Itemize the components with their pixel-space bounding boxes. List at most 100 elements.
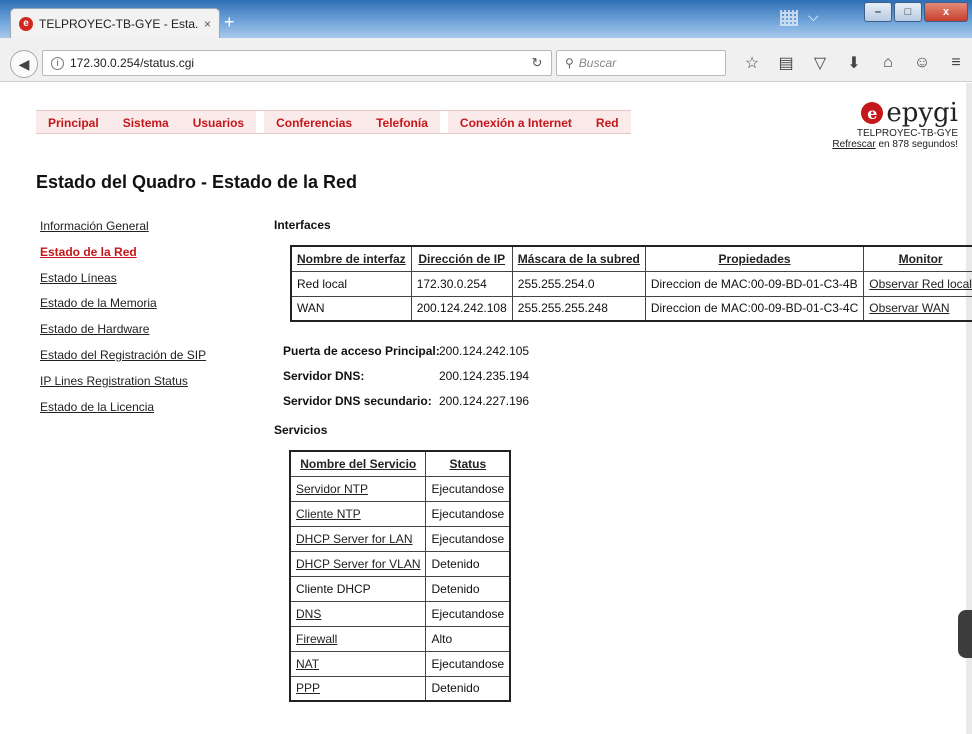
logo-text: epygi bbox=[886, 98, 958, 128]
new-tab-button[interactable]: + bbox=[224, 12, 235, 33]
service-link[interactable]: DNS bbox=[296, 607, 321, 621]
chat-icon[interactable]: ☺ bbox=[912, 52, 932, 74]
search-input[interactable]: ⚲ Buscar bbox=[556, 50, 726, 76]
browser-tab[interactable]: e TELPROYEC-TB-GYE - Esta... × bbox=[10, 8, 220, 38]
pocket-icon[interactable]: ▽ bbox=[810, 52, 830, 74]
sidebar-item[interactable]: Estado de la Red bbox=[40, 242, 260, 268]
menu-item-conexion-internet[interactable]: Conexión a Internet bbox=[448, 111, 584, 133]
table-row: DHCP Server for LAN Ejecutandose bbox=[289, 525, 511, 552]
sidebar-item[interactable]: Información General bbox=[40, 216, 260, 242]
monitor-link[interactable]: Observar Red local bbox=[869, 277, 972, 291]
bookmarks-list-icon[interactable]: ▤ bbox=[776, 52, 796, 74]
menu-item-telefonia[interactable]: Telefonía bbox=[364, 111, 440, 133]
column-header[interactable]: Nombre del Servicio bbox=[289, 450, 427, 477]
service-link[interactable]: DHCP Server for VLAN bbox=[296, 557, 420, 571]
chevron-down-icon[interactable]: ⌵ bbox=[808, 8, 819, 25]
table-cell: Direccion de MAC:00-09-BD-01-C3-4C bbox=[644, 295, 865, 322]
menu-item-sistema[interactable]: Sistema bbox=[111, 111, 181, 133]
page-title: Estado del Quadro - Estado de la Red bbox=[36, 172, 358, 192]
dns-secondary-value: 200.124.227.196 bbox=[439, 394, 530, 408]
tab-close-icon[interactable]: × bbox=[204, 17, 211, 31]
service-name-cell: Servidor NTP bbox=[289, 475, 427, 502]
service-status-cell: Ejecutandose bbox=[425, 475, 511, 502]
dns-secondary-label: Servidor DNS secundario: bbox=[283, 394, 432, 408]
search-placeholder: Buscar bbox=[578, 56, 617, 70]
sidebar-item[interactable]: Estado de Hardware bbox=[40, 319, 260, 345]
service-status-cell: Ejecutandose bbox=[425, 600, 511, 627]
service-status-cell: Detenido bbox=[425, 550, 511, 577]
table-row: NAT Ejecutandose bbox=[289, 650, 511, 677]
sidebar-item[interactable]: Estado de la Memoria bbox=[40, 293, 260, 319]
service-name-cell: NAT bbox=[289, 650, 427, 677]
sidebar-item[interactable]: Estado de la Licencia bbox=[40, 397, 260, 423]
column-header[interactable]: Máscara de la subred bbox=[511, 245, 646, 272]
refresh-notice: Refrescar en 878 segundos! bbox=[818, 139, 958, 150]
table-row: DNS Ejecutandose bbox=[289, 600, 511, 627]
table-row: Servidor NTP Ejecutandose bbox=[289, 475, 511, 502]
dns-primary-label: Servidor DNS: bbox=[283, 369, 365, 383]
bookmark-star-icon[interactable]: ☆ bbox=[742, 52, 762, 74]
interfaces-table: Nombre de interfaz Dirección de IP Máscara… bbox=[290, 245, 972, 322]
url-text[interactable]: 172.30.0.254/status.cgi bbox=[70, 56, 517, 70]
gateway-primary-label: Puerta de acceso Principal: bbox=[283, 344, 440, 358]
sidebar-item[interactable]: IP Lines Registration Status bbox=[40, 371, 260, 397]
table-header-row: Nombre de interfaz Dirección de IP Máscara… bbox=[290, 245, 972, 272]
home-icon[interactable]: ⌂ bbox=[878, 52, 898, 74]
service-status-cell: Detenido bbox=[425, 675, 511, 702]
maximize-button[interactable]: □ bbox=[894, 2, 922, 22]
service-name-cell: DNS bbox=[289, 600, 427, 627]
table-cell: 255.255.254.0 bbox=[511, 270, 646, 297]
service-link[interactable]: PPP bbox=[296, 681, 320, 695]
menu-icon[interactable]: ≡ bbox=[946, 52, 966, 74]
sidebar-nav: Información General Estado de la Red Estad… bbox=[40, 216, 260, 422]
service-link[interactable]: Firewall bbox=[296, 632, 337, 646]
sidebar-item[interactable]: Estado Líneas bbox=[40, 268, 260, 294]
table-row: WAN 200.124.242.108 255.255.255.248 Direcci… bbox=[290, 295, 972, 322]
refresh-link[interactable]: Refrescar bbox=[832, 139, 875, 150]
table-row: Firewall Alto bbox=[289, 625, 511, 652]
address-bar[interactable]: i 172.30.0.254/status.cgi ↻ bbox=[42, 50, 552, 76]
column-header[interactable]: Monitor bbox=[863, 245, 972, 272]
interfaces-label: Interfaces bbox=[274, 218, 331, 232]
service-link[interactable]: DHCP Server for LAN bbox=[296, 532, 412, 546]
table-header-row: Nombre del Servicio Status bbox=[289, 450, 511, 477]
column-header[interactable]: Dirección de IP bbox=[410, 245, 513, 272]
gateway-primary-value: 200.124.242.105 bbox=[439, 344, 530, 358]
reload-icon[interactable]: ↻ bbox=[523, 55, 551, 71]
menu-item-principal[interactable]: Principal bbox=[36, 111, 111, 133]
back-arrow-icon: ◀ bbox=[18, 55, 30, 72]
search-icon: ⚲ bbox=[565, 56, 574, 70]
services-table: Nombre del Servicio Status Servidor NTP Eje… bbox=[289, 450, 512, 702]
epygi-favicon-icon: e bbox=[19, 16, 33, 31]
top-menu: Principal Sistema Usuarios Conferencias … bbox=[36, 110, 631, 134]
column-header[interactable]: Propiedades bbox=[644, 245, 865, 272]
service-name-cell: DHCP Server for LAN bbox=[289, 525, 427, 552]
epygi-logo: e epygi TELPROYEC-TB-GYE Refrescar en 87… bbox=[818, 100, 958, 164]
monitor-link[interactable]: Observar WAN bbox=[869, 301, 949, 315]
column-header[interactable]: Nombre de interfaz bbox=[290, 245, 412, 272]
tab-grid-icon[interactable] bbox=[780, 10, 798, 26]
table-cell: Observar WAN bbox=[863, 295, 972, 322]
sidebar-item[interactable]: Estado del Registración de SIP bbox=[40, 345, 260, 371]
window-controls: – □ x bbox=[864, 2, 968, 22]
menu-item-conferencias[interactable]: Conferencias bbox=[264, 111, 364, 133]
service-name-cell: DHCP Server for VLAN bbox=[289, 550, 427, 577]
menu-item-usuarios[interactable]: Usuarios bbox=[181, 111, 256, 133]
menu-item-red[interactable]: Red bbox=[584, 111, 631, 133]
back-button[interactable]: ◀ bbox=[10, 50, 38, 78]
download-icon[interactable]: ⬇ bbox=[844, 52, 864, 74]
column-header[interactable]: Status bbox=[425, 450, 511, 477]
table-cell: 255.255.255.248 bbox=[511, 295, 646, 322]
close-window-button[interactable]: x bbox=[924, 2, 968, 22]
service-link[interactable]: Cliente NTP bbox=[296, 507, 361, 521]
table-cell: Direccion de MAC:00-09-BD-01-C3-4B bbox=[644, 270, 865, 297]
epygi-logo-icon: e bbox=[861, 102, 884, 124]
service-link[interactable]: NAT bbox=[296, 657, 319, 671]
table-cell: 172.30.0.254 bbox=[410, 270, 513, 297]
service-name-cell: Cliente NTP bbox=[289, 500, 427, 527]
service-link[interactable]: Servidor NTP bbox=[296, 482, 368, 496]
browser-toolbar: ☆ ▤ ▽ ⬇ ⌂ ☺ ≡ bbox=[742, 52, 966, 74]
minimize-button[interactable]: – bbox=[864, 2, 892, 22]
side-widget[interactable] bbox=[958, 610, 972, 658]
info-icon[interactable]: i bbox=[51, 56, 64, 70]
